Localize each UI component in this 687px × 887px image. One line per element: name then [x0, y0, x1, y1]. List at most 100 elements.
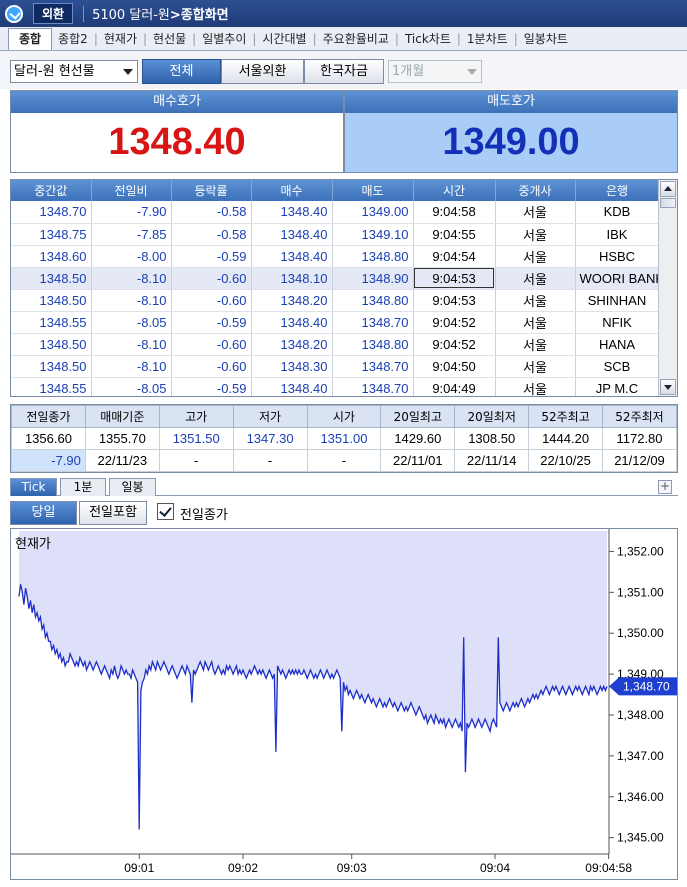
summary-header: 20일최고 — [380, 405, 456, 428]
trade-cell: -0.59 — [171, 245, 252, 268]
trade-cell: JP M.C — [575, 377, 660, 396]
summary-header: 매매기준 — [84, 405, 160, 428]
scroll-thumb[interactable] — [660, 198, 676, 208]
chart-area-fill — [19, 531, 607, 830]
filter-seoul-fx-button[interactable]: 서울외환 — [221, 59, 304, 84]
chart-period-tabs: Tick 1분 일봉 + — [10, 478, 678, 496]
plus-icon[interactable]: + — [658, 480, 672, 494]
summary-value-row: 1356.60 1355.70 1351.50 1347.30 1351.00 1429.… — [11, 427, 677, 450]
trade-cell: 서울 — [495, 289, 576, 312]
x-tick-label: 09:04 — [480, 861, 510, 875]
summary-date: - — [232, 449, 308, 472]
summary-header: 52주최고 — [528, 405, 603, 428]
trade-cell: 9:04:54 — [413, 245, 496, 268]
chart-tab-tick[interactable]: Tick — [10, 478, 57, 496]
summary-date: 22/11/14 — [454, 449, 530, 472]
trade-cell: NFIK — [575, 311, 660, 334]
period-select[interactable]: 1개월 — [388, 60, 482, 83]
trade-cell: 9:04:53 — [413, 289, 496, 312]
control-bar: 달러-원 현선물 전체 서울외환 한국자금 1개월 — [0, 51, 687, 89]
column-header[interactable]: 시간 — [413, 180, 496, 201]
trade-cell: 서울 — [495, 311, 576, 334]
tab-spot-futures[interactable]: 현선물 — [147, 30, 192, 47]
trade-row[interactable]: 1348.55 -8.05 -0.59 1348.40 1348.70 9:04:49 서울… — [11, 377, 660, 396]
column-header[interactable]: 중간값 — [11, 180, 92, 201]
scroll-down-icon[interactable] — [660, 379, 676, 395]
trade-row[interactable]: 1348.55 -8.05 -0.59 1348.40 1348.70 9:04:52 서울… — [11, 311, 660, 334]
trade-cell: -8.10 — [91, 333, 172, 356]
trade-row[interactable]: 1348.50 -8.10 -0.60 1348.30 1348.70 9:04:50 서울… — [11, 355, 660, 378]
trade-cell: -8.05 — [91, 377, 172, 396]
summary-change: -7.90 — [11, 449, 86, 472]
today-button[interactable]: 당일 — [10, 501, 77, 525]
x-tick-label: 09:04:58 — [585, 861, 632, 875]
instrument-select[interactable]: 달러-원 현선물 — [10, 60, 138, 83]
trade-row[interactable]: 1348.50 -8.10 -0.60 1348.10 1348.90 9:04:53 서울… — [11, 267, 660, 290]
trade-cell: 1348.80 — [332, 245, 414, 268]
chart-tab-1min[interactable]: 1분 — [60, 478, 106, 496]
trade-cell: -8.10 — [91, 289, 172, 312]
column-header[interactable]: 은행 — [575, 180, 660, 201]
trade-cell: -0.60 — [171, 289, 252, 312]
tab-by-time[interactable]: 시간대별 — [256, 30, 312, 47]
screen-title: 5100 달러-원>종합화면 — [92, 4, 229, 23]
chart-tab-daily[interactable]: 일봉 — [109, 478, 156, 496]
trade-row[interactable]: 1348.75 -7.85 -0.58 1348.40 1349.10 9:04:55 서울… — [11, 223, 660, 246]
title-bar: 외환 5100 달러-원>종합화면 — [0, 0, 687, 27]
trade-table-header: 중간값 전일비 등락률 매수 매도 시간 중개사 은행 — [11, 180, 660, 201]
tab-tick-chart[interactable]: Tick차트 — [399, 30, 457, 47]
trade-row[interactable]: 1348.50 -8.10 -0.60 1348.20 1348.80 9:04:53 서울… — [11, 289, 660, 312]
trade-cell: -0.60 — [171, 355, 252, 378]
screen-name-arrow: > — [169, 8, 181, 23]
trade-cell: -8.10 — [91, 267, 172, 290]
bid-quote-panel: 매수호가 1348.40 — [10, 90, 344, 173]
trade-cell: 1348.40 — [251, 311, 333, 334]
chart-title: 현재가 — [15, 537, 51, 552]
y-tick-label: 1,347.00 — [617, 749, 664, 763]
summary-header: 52주최저 — [602, 405, 677, 428]
filter-korea-money-button[interactable]: 한국자금 — [304, 59, 384, 84]
summary-header: 전일종가 — [11, 405, 86, 428]
column-header[interactable]: 매수 — [251, 180, 333, 201]
column-header[interactable]: 매도 — [332, 180, 414, 201]
trade-cell: 서울 — [495, 377, 576, 396]
y-tick-label: 1,352.00 — [617, 544, 664, 558]
tab-summary[interactable]: 종합 — [8, 27, 53, 50]
trade-cell: 9:04:52 — [413, 311, 496, 334]
trade-cell: HSBC — [575, 245, 660, 268]
category-badge: 외환 — [33, 3, 74, 24]
scroll-up-icon[interactable] — [660, 181, 676, 197]
trade-cell: 1348.40 — [251, 245, 333, 268]
trade-row[interactable]: 1348.70 -7.90 -0.58 1348.40 1349.00 9:04:58 서울… — [11, 201, 660, 224]
summary-date-row: -7.90 22/11/23- - -22/11/01 22/11/14 22/10/25… — [11, 449, 677, 472]
column-header[interactable]: 중개사 — [495, 180, 576, 201]
y-tick-label: 1,351.00 — [617, 585, 664, 599]
tab-fx-compare[interactable]: 주요환율비교 — [317, 30, 395, 47]
x-tick-label: 09:03 — [337, 861, 367, 875]
column-header[interactable]: 전일비 — [91, 180, 172, 201]
price-chart[interactable]: 1,352.00 1,351.00 1,350.00 1,349.00 1,348.00… — [10, 528, 678, 880]
summary-value: 1355.70 — [84, 427, 160, 450]
tab-daily-chart[interactable]: 일봉차트 — [518, 30, 574, 47]
trade-table-scrollbar[interactable] — [658, 180, 677, 396]
tab-current-price[interactable]: 현재가 — [98, 30, 143, 47]
trade-cell: 1348.20 — [251, 333, 333, 356]
filter-all-button[interactable]: 전체 — [142, 59, 221, 84]
trade-cell: 1348.55 — [11, 311, 92, 334]
summary-header: 저가 — [232, 405, 308, 428]
trade-cell: 1348.70 — [332, 377, 414, 396]
trade-cell: 1348.40 — [251, 201, 333, 224]
summary-value: 1347.30 — [232, 427, 308, 450]
trade-row[interactable]: 1348.50 -8.10 -0.60 1348.20 1348.80 9:04:52 서울… — [11, 333, 660, 356]
tab-daily-trend[interactable]: 일별추이 — [196, 30, 252, 47]
column-header[interactable]: 등락률 — [171, 180, 252, 201]
trade-cell: 1348.50 — [11, 355, 92, 378]
trade-row[interactable]: 1348.60 -8.00 -0.59 1348.40 1348.80 9:04:54 서울… — [11, 245, 660, 268]
tab-1min-chart[interactable]: 1분차트 — [461, 30, 514, 47]
tab-summary2[interactable]: 종합2 — [52, 30, 94, 47]
trade-cell: -0.59 — [171, 377, 252, 396]
trade-cell: KDB — [575, 201, 660, 224]
prev-close-checkbox[interactable] — [157, 503, 174, 520]
include-prev-button[interactable]: 전일포함 — [79, 501, 147, 525]
trade-cell: 1348.70 — [11, 201, 92, 224]
